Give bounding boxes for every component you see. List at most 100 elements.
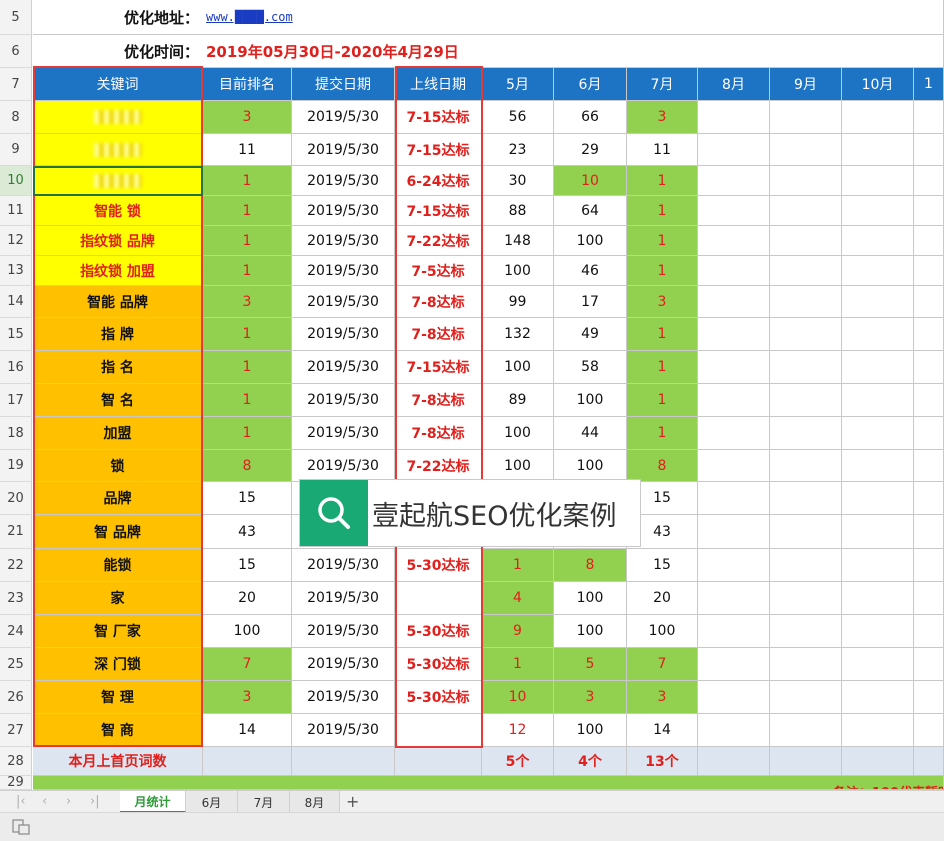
row-header-21[interactable]: 21 [0,515,32,549]
row-header-9[interactable]: 9 [0,134,32,166]
empty-cell[interactable] [770,196,842,226]
july-cell[interactable]: 1 [627,256,698,286]
empty-cell[interactable] [914,101,944,134]
row-header-25[interactable]: 25 [0,648,32,681]
empty-cell[interactable] [842,196,914,226]
submit-date-cell[interactable]: 2019/5/30 [292,134,395,166]
empty-cell[interactable] [698,166,770,196]
online-date-cell[interactable]: 7-5达标 [395,256,482,286]
may-cell[interactable]: 9 [482,615,554,648]
tab-july[interactable]: 7月 [238,791,290,813]
may-cell[interactable]: 4 [482,582,554,615]
empty-cell[interactable] [842,256,914,286]
empty-cell[interactable] [698,226,770,256]
empty-cell[interactable] [698,318,770,351]
june-cell[interactable]: 64 [554,196,627,226]
empty-cell[interactable] [770,417,842,450]
empty-cell[interactable] [770,648,842,681]
empty-cell[interactable] [842,714,914,747]
empty-cell[interactable] [698,714,770,747]
keyword-cell[interactable]: 锁 [33,450,203,482]
empty-cell[interactable] [770,226,842,256]
empty-cell[interactable] [842,681,914,714]
tab-june[interactable]: 6月 [186,791,238,813]
empty-cell[interactable] [842,166,914,196]
summary-july[interactable]: 13个 [627,747,698,776]
rank-cell[interactable]: 1 [203,318,292,351]
keyword-cell[interactable]: 智能 锁 [33,196,203,226]
keyword-cell[interactable]: 指纹锁 加盟 [33,256,203,286]
july-cell[interactable]: 100 [627,615,698,648]
empty-cell[interactable] [914,450,944,482]
june-cell[interactable]: 100 [554,450,627,482]
july-cell[interactable]: 1 [627,318,698,351]
online-date-cell[interactable]: 5-30达标 [395,549,482,582]
empty-cell[interactable] [914,286,944,318]
empty-cell[interactable] [842,648,914,681]
row-header-27[interactable]: 27 [0,714,32,747]
submit-date-cell[interactable]: 2019/5/30 [292,615,395,648]
submit-date-cell[interactable]: 2019/5/30 [292,318,395,351]
rank-cell[interactable]: 43 [203,515,292,549]
may-cell[interactable]: 100 [482,256,554,286]
row-header-29[interactable]: 29 [0,775,32,790]
empty-cell[interactable] [770,318,842,351]
rank-cell[interactable]: 1 [203,351,292,384]
submit-date-cell[interactable]: 2019/5/30 [292,384,395,417]
row-header-7[interactable]: 7 [0,68,32,101]
keyword-cell[interactable]: 指 名 [33,351,203,384]
empty-cell[interactable] [842,615,914,648]
empty-cell[interactable] [914,134,944,166]
keyword-cell[interactable] [33,134,203,166]
july-cell[interactable]: 14 [627,714,698,747]
rank-cell[interactable]: 15 [203,549,292,582]
rank-cell[interactable]: 15 [203,482,292,515]
july-cell[interactable]: 20 [627,582,698,615]
july-cell[interactable]: 15 [627,549,698,582]
keyword-cell[interactable]: 能锁 [33,549,203,582]
online-date-cell[interactable]: 7-8达标 [395,286,482,318]
time-label[interactable]: 优化时间： [33,35,203,68]
rank-cell[interactable]: 1 [203,417,292,450]
june-cell[interactable]: 100 [554,384,627,417]
column-header-4[interactable]: 5月 [482,68,554,101]
submit-date-cell[interactable]: 2019/5/30 [292,351,395,384]
row-header-8[interactable]: 8 [0,101,32,134]
june-cell[interactable]: 100 [554,714,627,747]
row-header-12[interactable]: 12 [0,226,32,256]
add-sheet-icon[interactable]: + [346,792,359,811]
empty-cell[interactable] [698,134,770,166]
empty-cell[interactable] [914,549,944,582]
empty-cell[interactable] [698,648,770,681]
row-header-15[interactable]: 15 [0,318,32,351]
july-cell[interactable]: 1 [627,196,698,226]
empty-cell[interactable] [698,256,770,286]
empty-cell[interactable] [770,101,842,134]
online-date-cell[interactable] [395,714,482,747]
may-cell[interactable]: 30 [482,166,554,196]
keyword-cell[interactable]: 指 牌 [33,318,203,351]
online-date-cell[interactable]: 7-8达标 [395,384,482,417]
submit-date-cell[interactable]: 2019/5/30 [292,286,395,318]
empty-cell[interactable] [842,318,914,351]
row-header-6[interactable]: 6 [0,35,32,68]
first-sheet-icon[interactable]: |‹ [16,794,26,809]
empty-cell[interactable] [842,549,914,582]
may-cell[interactable]: 148 [482,226,554,256]
empty-cell[interactable] [698,286,770,318]
may-cell[interactable]: 99 [482,286,554,318]
empty-cell[interactable] [770,681,842,714]
submit-date-cell[interactable]: 2019/5/30 [292,196,395,226]
may-cell[interactable]: 1 [482,549,554,582]
may-cell[interactable]: 100 [482,351,554,384]
empty-cell[interactable] [914,714,944,747]
empty-cell[interactable] [698,515,770,549]
keyword-cell[interactable]: 家 [33,582,203,615]
empty-cell[interactable] [914,615,944,648]
rank-cell[interactable]: 1 [203,384,292,417]
row-header-19[interactable]: 19 [0,450,32,482]
rank-cell[interactable]: 20 [203,582,292,615]
row-header-13[interactable]: 13 [0,256,32,286]
rank-cell[interactable]: 8 [203,450,292,482]
last-sheet-icon[interactable]: ›| [90,794,100,809]
